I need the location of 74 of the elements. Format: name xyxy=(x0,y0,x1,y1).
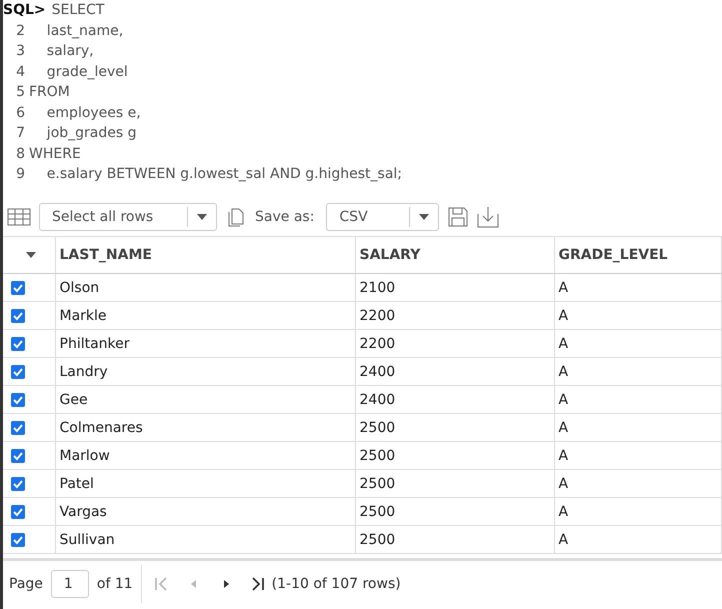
table-cell: Patel xyxy=(55,470,355,498)
row-checkbox[interactable] xyxy=(11,280,25,294)
table-cell: A xyxy=(554,386,722,414)
table-cell: Landry xyxy=(55,358,355,386)
download-icon[interactable] xyxy=(477,206,500,228)
table-cell: A xyxy=(554,498,722,526)
code-line: employees e, xyxy=(46,104,141,121)
line-number: 2 xyxy=(15,22,26,39)
row-checkbox[interactable] xyxy=(11,392,25,406)
caret-icon[interactable] xyxy=(418,213,430,221)
line-number: 9 xyxy=(15,166,26,182)
code-line: last_name, xyxy=(46,22,124,39)
table-cell: 2200 xyxy=(355,302,554,330)
save-icon[interactable] xyxy=(447,206,470,228)
table-cell: Sullivan xyxy=(55,526,355,554)
table-cell: Olson xyxy=(55,274,355,302)
row-checkbox[interactable] xyxy=(11,420,25,434)
table-cell: Gee xyxy=(55,386,355,414)
table-cell: Colmenares xyxy=(55,414,355,442)
table-cell: 2500 xyxy=(355,470,554,498)
table-cell: 2400 xyxy=(355,386,554,414)
table-cell: 2200 xyxy=(355,330,554,358)
code-line: grade_level xyxy=(46,64,128,80)
row-summary: (1-10 of 107 rows) xyxy=(272,576,401,592)
table-cell: Philtanker xyxy=(55,330,355,358)
code-line: SELECT xyxy=(52,2,104,18)
row-checkbox[interactable] xyxy=(11,504,25,518)
code-line: WHERE xyxy=(29,146,81,162)
caret-icon[interactable] xyxy=(25,251,37,259)
row-checkbox[interactable] xyxy=(11,364,25,378)
line-number: 5 xyxy=(15,84,26,100)
table-cell: A xyxy=(554,414,722,442)
line-number: 6 xyxy=(15,104,26,121)
table-cell: A xyxy=(554,302,722,330)
page-label: Page xyxy=(9,576,43,592)
table-cell: 2500 xyxy=(355,526,554,554)
page-count: of 11 xyxy=(96,576,133,592)
line-number: 4 xyxy=(15,64,26,80)
grid-icon[interactable] xyxy=(7,208,31,226)
code-line: e.salary BETWEEN g.lowest_sal AND g.highest_sal; xyxy=(46,166,402,182)
format-dropdown[interactable]: CSV xyxy=(326,203,440,231)
table-cell: 2500 xyxy=(355,414,554,442)
row-selection-dropdown[interactable]: Select all rows xyxy=(39,203,217,231)
line-number: 3 xyxy=(15,43,26,60)
row-checkbox[interactable] xyxy=(11,308,25,322)
row-checkbox[interactable] xyxy=(11,448,25,462)
row-checkbox[interactable] xyxy=(11,336,25,350)
table-cell: A xyxy=(554,442,722,470)
table-cell: 2400 xyxy=(355,358,554,386)
table-cell: Markle xyxy=(55,302,355,330)
table-cell: A xyxy=(554,358,722,386)
column-header[interactable]: LAST_NAME xyxy=(55,236,355,274)
table-cell: Vargas xyxy=(55,498,355,526)
save-as-label: Save as: xyxy=(255,209,314,225)
table-cell: Marlow xyxy=(55,442,355,470)
table-cell: A xyxy=(554,330,722,358)
table-cell: 2500 xyxy=(355,498,554,526)
column-header[interactable]: GRADE_LEVEL xyxy=(554,236,722,274)
code-line: job_grades g xyxy=(46,125,136,142)
row-checkbox[interactable] xyxy=(11,476,25,490)
caret-icon[interactable] xyxy=(196,213,208,221)
table-cell: 2500 xyxy=(355,442,554,470)
row-checkbox[interactable] xyxy=(11,532,25,546)
line-number: 8 xyxy=(15,146,26,162)
table-cell: 2100 xyxy=(355,274,554,302)
code-line: salary, xyxy=(46,43,94,60)
table-cell: A xyxy=(554,470,722,498)
table-cell: A xyxy=(554,526,722,554)
column-header[interactable]: SALARY xyxy=(355,236,554,274)
page-field[interactable]: 1 xyxy=(50,570,89,598)
line-number: 7 xyxy=(15,125,26,142)
code-line: FROM xyxy=(29,84,70,100)
sql-prompt: SQL> xyxy=(3,2,47,18)
table-cell: A xyxy=(554,274,722,302)
